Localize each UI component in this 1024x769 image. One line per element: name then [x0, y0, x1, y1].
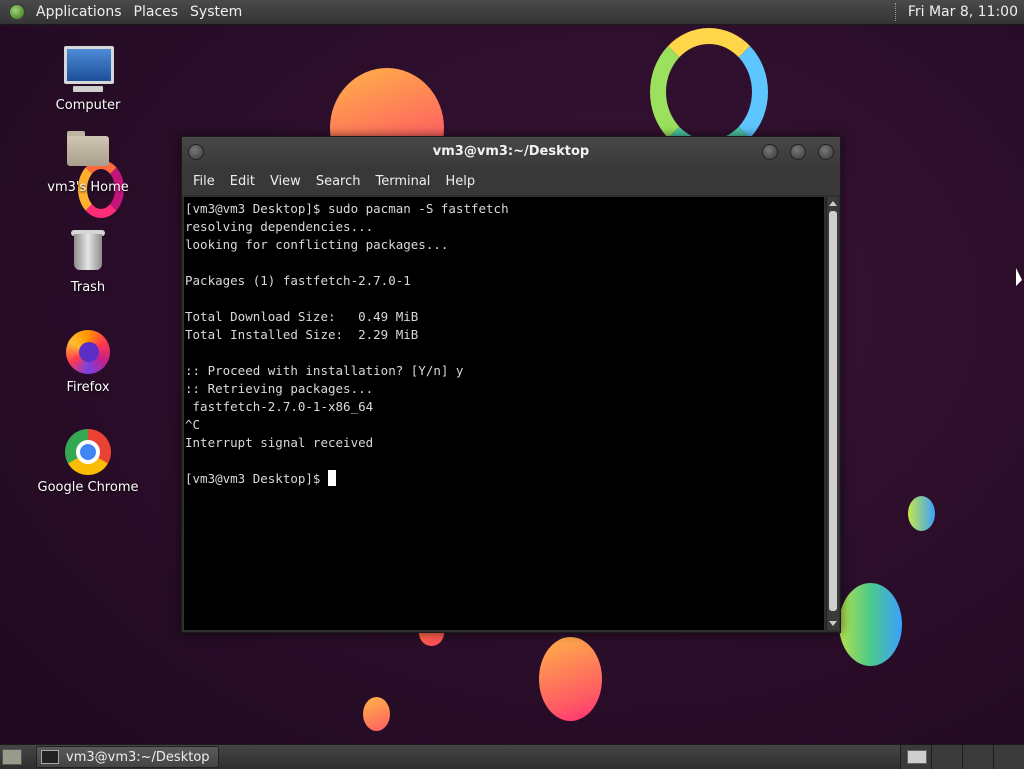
bottom-panel: vm3@vm3:~/Desktop — [0, 744, 1024, 769]
computer-icon — [64, 46, 114, 94]
wallpaper-small-green-blob — [908, 496, 935, 531]
workspace-2[interactable] — [931, 745, 962, 769]
menu-view[interactable]: View — [265, 174, 311, 189]
menu-search[interactable]: Search — [311, 174, 371, 189]
workspace-3[interactable] — [962, 745, 993, 769]
desktop-icon-firefox[interactable]: Firefox — [33, 328, 143, 395]
terminal-output[interactable]: [vm3@vm3 Desktop]$ sudo pacman -S fastfe… — [184, 197, 824, 630]
taskbar-terminal-button[interactable]: vm3@vm3:~/Desktop — [36, 746, 219, 768]
terminal-menubar: File Edit View Search Terminal Help — [182, 167, 840, 195]
desktop-icon-label: Firefox — [66, 380, 110, 395]
distro-logo-icon[interactable] — [8, 3, 26, 21]
mouse-pointer-icon — [1016, 268, 1022, 286]
terminal-scrollbar[interactable] — [826, 197, 839, 630]
workspace-switcher — [900, 745, 1024, 769]
desktop-icon-chrome[interactable]: Google Chrome — [33, 428, 143, 495]
desktop-icon-label: vm3's Home — [47, 180, 129, 195]
terminal-line: :: Retrieving packages... — [185, 381, 374, 396]
scroll-thumb[interactable] — [829, 211, 837, 611]
menu-edit[interactable]: Edit — [225, 174, 265, 189]
terminal-line: looking for conflicting packages... — [185, 237, 449, 252]
scroll-up-arrow-icon[interactable] — [829, 201, 837, 206]
panel-separator — [894, 3, 900, 21]
taskbar-window-label: vm3@vm3:~/Desktop — [66, 749, 210, 765]
system-menu[interactable]: System — [186, 4, 250, 20]
home-folder-icon — [64, 128, 112, 176]
terminal-line: resolving dependencies... — [185, 219, 374, 234]
menu-terminal[interactable]: Terminal — [370, 174, 440, 189]
window-title: vm3@vm3:~/Desktop — [432, 144, 590, 159]
terminal-line: fastfetch-2.7.0-1-x86_64 — [185, 399, 374, 414]
window-menu-icon[interactable] — [188, 144, 204, 160]
terminal-line: Total Installed Size: 2.29 MiB — [185, 327, 419, 342]
terminal-line: ^C — [185, 417, 201, 432]
terminal-line: :: Proceed with installation? [Y/n] y — [185, 363, 464, 378]
wallpaper-small-orange-blob — [363, 697, 390, 731]
menu-help[interactable]: Help — [440, 174, 485, 189]
trash-icon — [64, 228, 112, 276]
applications-menu[interactable]: Applications — [32, 4, 130, 20]
show-desktop-icon[interactable] — [2, 749, 22, 765]
maximize-icon[interactable] — [790, 144, 806, 160]
terminal-titlebar[interactable]: vm3@vm3:~/Desktop — [182, 137, 840, 167]
wallpaper-green-blue-blob — [839, 583, 902, 666]
text-cursor — [328, 470, 336, 486]
terminal-line: Packages (1) fastfetch-2.7.0-1 — [185, 273, 411, 288]
desktop-icon-computer[interactable]: Computer — [33, 46, 143, 113]
menu-file[interactable]: File — [188, 174, 225, 189]
scroll-down-arrow-icon[interactable] — [829, 621, 837, 626]
desktop-icon-label: Trash — [70, 280, 106, 295]
firefox-icon — [64, 328, 112, 376]
clock[interactable]: Fri Mar 8, 11:00 — [908, 4, 1024, 20]
terminal-prompt: [vm3@vm3 Desktop]$ — [185, 471, 328, 486]
top-panel: Applications Places System Fri Mar 8, 11… — [0, 0, 1024, 25]
workspace-4[interactable] — [993, 745, 1024, 769]
wallpaper-pink-blob — [539, 637, 602, 721]
desktop-icon-trash[interactable]: Trash — [33, 228, 143, 295]
desktop-icon-home[interactable]: vm3's Home — [33, 128, 143, 195]
terminal-window[interactable]: vm3@vm3:~/Desktop File Edit View Search … — [181, 136, 841, 633]
desktop-icon-label: Computer — [55, 98, 121, 113]
terminal-icon — [41, 750, 59, 764]
workspace-1[interactable] — [900, 745, 931, 769]
terminal-line: Total Download Size: 0.49 MiB — [185, 309, 419, 324]
chrome-icon — [64, 428, 112, 476]
close-icon[interactable] — [818, 144, 834, 160]
terminal-line: [vm3@vm3 Desktop]$ sudo pacman -S fastfe… — [185, 201, 509, 216]
places-menu[interactable]: Places — [130, 4, 187, 20]
terminal-line: Interrupt signal received — [185, 435, 374, 450]
desktop-icon-label: Google Chrome — [37, 480, 139, 495]
minimize-icon[interactable] — [762, 144, 778, 160]
